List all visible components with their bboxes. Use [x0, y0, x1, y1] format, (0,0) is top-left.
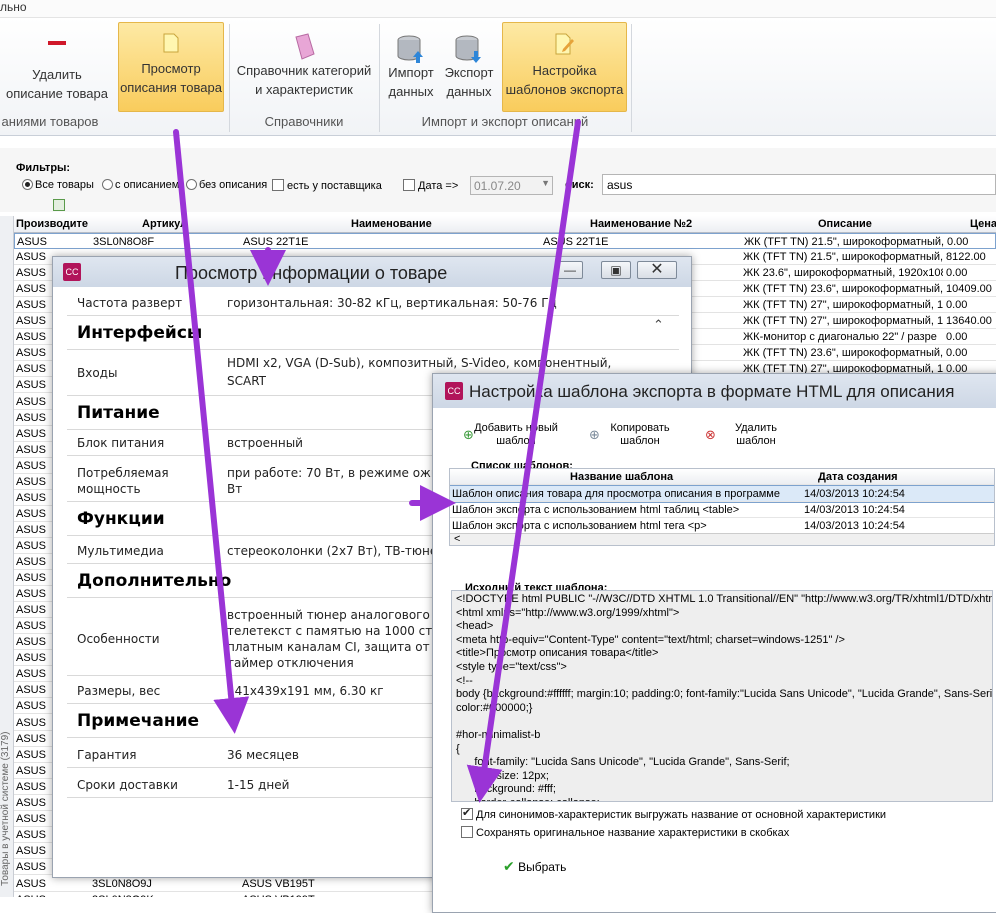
annotation-arrows: [173, 119, 581, 803]
arrow-to-template-source: [466, 119, 581, 803]
arrow-to-product-info: [173, 129, 250, 734]
